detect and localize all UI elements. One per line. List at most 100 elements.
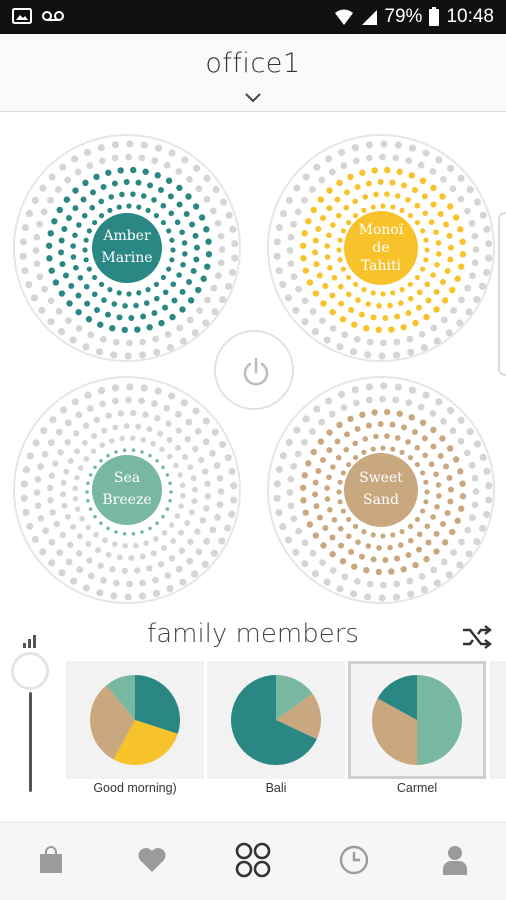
intensity-dot [64,419,72,427]
scent-badge[interactable]: Amber Marine [92,213,162,283]
intensity-dot [75,411,83,419]
family-card[interactable] [207,661,345,779]
nav-profile[interactable] [404,823,505,900]
slider-track[interactable] [29,692,32,792]
intensity-dot [485,254,493,262]
intensity-dot [176,324,184,332]
intensity-dot [82,247,88,253]
intensity-dot [231,240,239,248]
intensity-dot [466,428,474,436]
intensity-dot [422,391,430,399]
intensity-dot [290,515,298,523]
diffuser-slot-4[interactable]: Sweet Sand [267,376,495,604]
scent-badge[interactable]: Sea Breeze [92,455,162,525]
intensity-dot [117,410,124,417]
intensity-dot [98,213,105,219]
intensity-dot [311,328,320,336]
intensity-dot [407,455,414,461]
chevron-down-icon[interactable] [245,90,261,108]
intensity-dot [187,464,194,471]
intensity-dot [485,240,493,248]
intensity-dot [133,302,139,309]
intensity-dot [143,300,150,306]
intensity-dot [405,552,412,559]
intensity-dot [55,307,63,315]
intensity-dot [312,532,320,539]
intensity-dot [485,496,493,504]
intensity-dot [94,307,101,314]
intensity-dot [47,439,55,447]
intensity-dot [99,335,107,343]
clock-icon [339,845,369,880]
intensity-dot [378,594,386,602]
intensity-dot [175,427,182,434]
intensity-dot [445,571,453,579]
intensity-dot [331,516,338,523]
intensity-dot [65,317,72,325]
intensity-dot [22,508,30,517]
intensity-dot [48,267,55,274]
intensity-dot [202,319,210,327]
nav-favorites[interactable] [101,823,202,900]
intensity-dot [327,264,333,271]
intensity-dot [338,542,345,549]
scent-badge[interactable]: Sweet Sand [344,453,418,527]
intensity-dot [179,578,187,586]
intensity-dot [380,533,386,539]
family-card-selected[interactable] [348,661,486,779]
intensity-dot [483,268,491,277]
scent-badge[interactable]: Monoï de Tahiti [344,211,418,285]
intensity-dot [98,281,105,287]
family-card[interactable] [66,661,204,779]
intensity-dot [459,493,467,500]
intensity-dot [423,237,429,243]
intensity-dot [34,476,42,483]
intensity-dot [179,337,187,345]
intensity-dot [338,390,346,399]
nav-schedule[interactable] [303,823,404,900]
intensity-dot [166,228,172,234]
intensity-dot [440,558,448,566]
intensity-dot [423,555,430,563]
intensity-dot [454,275,461,282]
intensity-dot [407,590,415,598]
intensity-dot [416,531,423,538]
intensity-dot [424,281,431,288]
intensity-dot [119,435,125,442]
intensity-dot [340,470,346,476]
intensity-dot [363,567,370,574]
diffuser-slot-3[interactable]: Sea Breeze [13,376,241,604]
nav-shop[interactable] [0,823,101,900]
intensity-dot [143,540,149,547]
nav-diffusers[interactable] [202,823,303,900]
diffuser-slot-2[interactable]: Monoï de Tahiti [267,134,495,362]
intensity-dot [114,450,118,454]
location-title[interactable]: office1 [0,48,506,79]
intensity-dot [71,398,79,406]
family-card-partial[interactable] [490,661,506,779]
intensity-dot [468,272,476,280]
intensity-dot [351,386,359,394]
intensity-dot [446,232,453,239]
intensity-dot [146,426,153,433]
intensity-dot [177,472,184,478]
intensity-dot [47,297,55,305]
intensity-dot [166,266,172,272]
intensity-dot [378,352,386,360]
intensity-dot [176,201,183,208]
power-button[interactable] [214,330,294,410]
intensity-dot [178,503,184,510]
shopping-bag-icon [39,845,63,879]
intensity-slider[interactable] [0,628,60,798]
intensity-dot [324,496,331,502]
slider-knob[interactable] [11,652,49,690]
shuffle-icon[interactable] [462,624,492,655]
intensity-dot [65,215,72,222]
intensity-dot [392,593,401,601]
diffuser-slot-1[interactable]: Amber Marine [13,134,241,362]
intensity-dot [217,488,225,495]
intensity-dot [286,489,294,496]
intensity-dot [84,148,92,157]
drawer-handle[interactable] [498,212,506,376]
intensity-dot [85,316,93,323]
